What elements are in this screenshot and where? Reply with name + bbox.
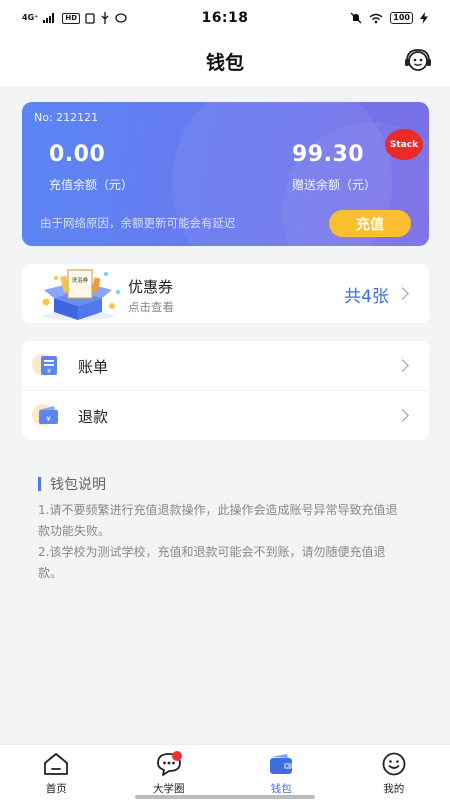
refund-wallet-icon: ¥ — [32, 404, 58, 426]
instruction-line: 1.请不要频繁进行充值退款操作，此操作会造成账号异常导致充值退款功能失败。 — [38, 503, 398, 538]
menu-item-bill[interactable]: ¥ 账单 — [22, 341, 429, 390]
tab-label: 大学圈 — [153, 783, 185, 795]
home-indicator[interactable] — [135, 795, 315, 799]
mute-icon — [350, 12, 362, 24]
wifi-icon — [369, 13, 383, 23]
coupon-entry[interactable]: 洗浴券 优惠券 点击查看 共4张 — [22, 264, 429, 323]
signal-bars-icon — [43, 13, 55, 23]
stack-badge[interactable]: Stack — [385, 129, 423, 160]
wallet-instructions: 钱包说明 1.请不要频繁进行充值退款操作，此操作会造成账号异常导致充值退款功能失… — [38, 474, 398, 584]
coupon-title: 优惠券 — [128, 278, 174, 296]
tab-label: 首页 — [45, 783, 67, 795]
status-time: 16:18 — [201, 10, 249, 26]
wallet-icon — [270, 754, 293, 774]
svg-text:¥: ¥ — [47, 368, 51, 375]
gift-balance-label: 赠送余额（元） — [292, 178, 377, 192]
tab-wallet[interactable]: 钱包 — [225, 745, 338, 800]
coupon-subtitle: 点击查看 — [128, 300, 174, 314]
chevron-right-icon — [396, 359, 409, 372]
status-left: 4G⁺ HD — [22, 12, 172, 24]
hd-badge: HD — [62, 12, 81, 24]
bottom-tab-bar: 首页 大学圈 钱包 我的 — [0, 744, 450, 800]
charging-icon — [420, 12, 428, 24]
tab-profile[interactable]: 我的 — [338, 745, 450, 800]
instruction-line: 2.该学校为测试学校，充值和退款可能会不到账，请勿随便充值退款。 — [38, 545, 386, 580]
wallet-balance-card: No: 212121 Stack 0.00 充值余额（元） 99.30 赠送余额… — [22, 102, 429, 246]
chevron-right-icon — [396, 409, 409, 422]
balance-delay-note: 由于网络原因，余额更新可能会有延迟 — [40, 216, 236, 230]
bill-icon: ¥ — [32, 354, 57, 376]
coupon-gift-box-icon: 洗浴券 — [42, 269, 121, 320]
nav-bar: 钱包 — [0, 36, 450, 86]
usb-icon — [101, 12, 109, 24]
menu-label-refund: 退款 — [78, 408, 109, 426]
recharge-balance-value: 0.00 — [49, 142, 106, 167]
battery-level: 100 — [390, 12, 413, 24]
card-number: No: 212121 — [34, 111, 99, 124]
instructions-header: 钱包说明 — [38, 474, 398, 494]
instructions-title: 钱包说明 — [50, 477, 106, 493]
recharge-button[interactable]: 充值 — [329, 210, 411, 237]
home-icon — [44, 753, 69, 775]
tab-university-circle[interactable]: 大学圈 — [113, 745, 226, 800]
customer-service-icon[interactable] — [404, 48, 432, 74]
page-title: 钱包 — [205, 51, 244, 74]
gift-balance-value: 99.30 — [292, 142, 365, 167]
menu-item-refund[interactable]: ¥ 退款 — [22, 390, 429, 439]
recharge-balance-label: 充值余额（元） — [49, 178, 134, 192]
profile-icon — [382, 752, 406, 776]
signal-indicator: 4G⁺ — [22, 13, 39, 22]
accent-bar — [38, 477, 41, 491]
status-right: 100 — [278, 12, 428, 24]
wallet-menu: ¥ 账单 ¥ 退款 — [22, 341, 429, 440]
status-bar: 4G⁺ HD 16:18 100 — [0, 0, 450, 36]
notification-dot — [171, 751, 182, 761]
chevron-right-icon — [396, 287, 409, 300]
svg-text:¥: ¥ — [46, 415, 51, 423]
coupon-count: 共4张 — [344, 287, 389, 307]
tab-label: 钱包 — [270, 783, 292, 795]
sim-icon — [85, 12, 95, 24]
tab-label: 我的 — [383, 783, 405, 795]
menu-label-bill: 账单 — [78, 358, 109, 376]
notification-app-icon — [115, 13, 127, 23]
coupon-image-text: 洗浴券 — [72, 276, 89, 284]
tab-home[interactable]: 首页 — [0, 745, 113, 800]
